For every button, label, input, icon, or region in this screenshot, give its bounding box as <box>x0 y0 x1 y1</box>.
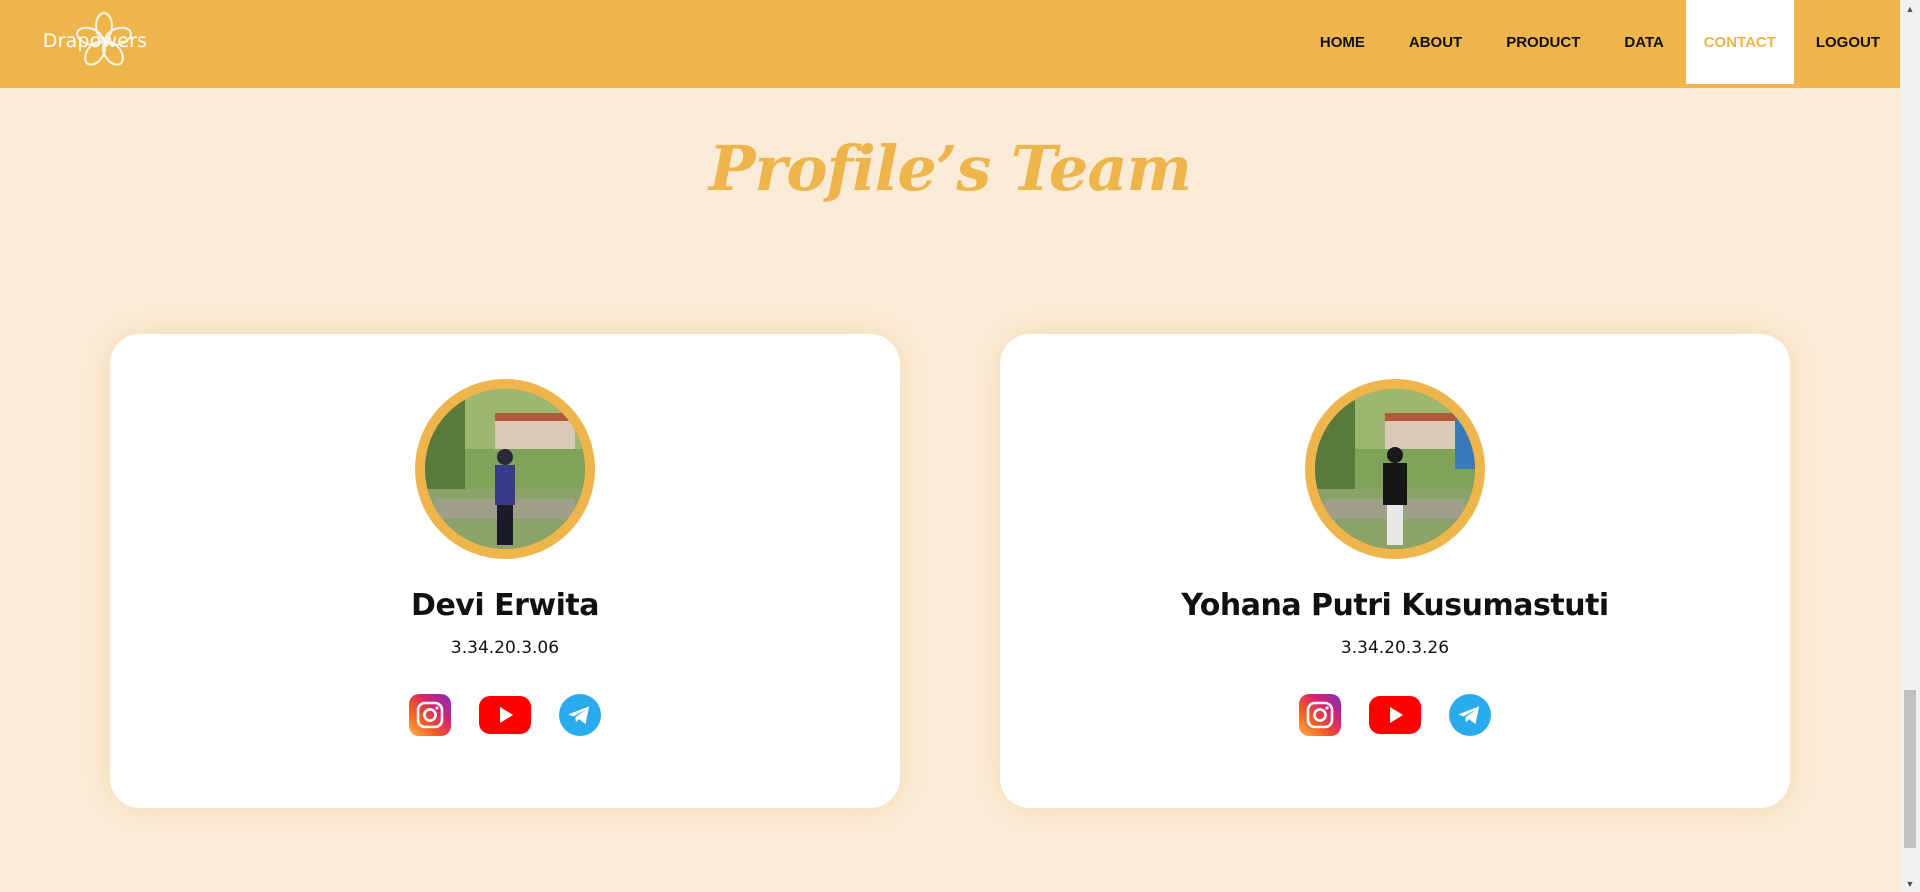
page-scrollbar[interactable]: ▲ ▼ <box>1900 0 1920 892</box>
youtube-icon <box>479 696 531 734</box>
telegram-link[interactable] <box>559 694 601 736</box>
scroll-up-arrow-icon[interactable]: ▲ <box>1900 0 1920 17</box>
nav-about[interactable]: ABOUT <box>1387 0 1484 84</box>
youtube-icon <box>1369 696 1421 734</box>
nav-home[interactable]: HOME <box>1298 0 1387 84</box>
nav-contact[interactable]: CONTACT <box>1685 0 1794 84</box>
avatar <box>415 379 595 559</box>
member-id: 3.34.20.3.06 <box>450 638 560 658</box>
member-id: 3.34.20.3.26 <box>1340 638 1450 658</box>
youtube-link[interactable] <box>479 694 531 736</box>
avatar-photo <box>1315 389 1475 549</box>
page: Drapowers HOME ABOUT PRODUCT DATA CONTAC… <box>0 0 1920 892</box>
team-card: Yohana Putri Kusumastuti 3.34.20.3.26 <box>1000 334 1790 808</box>
nav-product[interactable]: PRODUCT <box>1484 0 1602 84</box>
scroll-down-arrow-icon[interactable]: ▼ <box>1900 875 1920 892</box>
social-links <box>110 694 900 736</box>
scrollbar-thumb[interactable] <box>1904 690 1916 848</box>
telegram-link[interactable] <box>1449 694 1491 736</box>
main-nav: HOME ABOUT PRODUCT DATA CONTACT LOGOUT <box>1298 0 1900 84</box>
instagram-icon <box>1299 694 1341 736</box>
brand-logo[interactable]: Drapowers <box>40 12 150 70</box>
instagram-icon <box>409 694 451 736</box>
nav-logout[interactable]: LOGOUT <box>1794 0 1900 84</box>
telegram-icon <box>1449 694 1491 736</box>
youtube-link[interactable] <box>1369 694 1421 736</box>
nav-data[interactable]: DATA <box>1602 0 1685 84</box>
section-title: Profile’s Team <box>708 132 1192 205</box>
telegram-icon <box>559 694 601 736</box>
social-links <box>1000 694 1790 736</box>
member-name: Devi Erwita <box>411 588 599 623</box>
member-name: Yohana Putri Kusumastuti <box>1181 588 1609 623</box>
instagram-link[interactable] <box>1299 694 1341 736</box>
avatar <box>1305 379 1485 559</box>
brand-name: Drapowers <box>42 30 148 52</box>
navbar: Drapowers HOME ABOUT PRODUCT DATA CONTAC… <box>0 0 1900 88</box>
avatar-photo <box>425 389 585 549</box>
instagram-link[interactable] <box>409 694 451 736</box>
team-card: Devi Erwita 3.34.20.3.06 <box>110 334 900 808</box>
